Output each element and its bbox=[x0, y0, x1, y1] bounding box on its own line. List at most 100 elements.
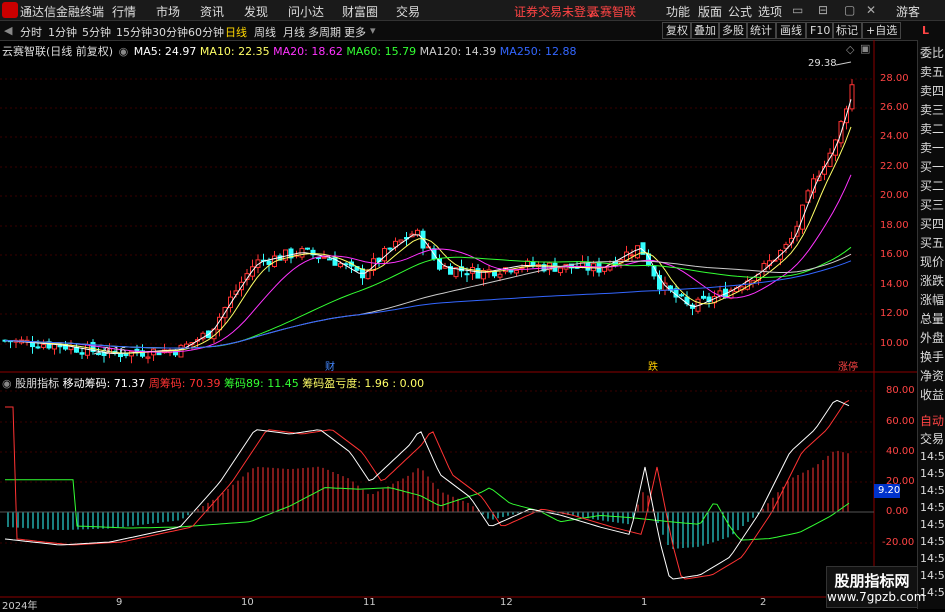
ma250-label: MA250: 12.88 bbox=[499, 45, 577, 58]
date-tick: 12 bbox=[500, 597, 513, 608]
tick-time: 14:56 bbox=[920, 552, 945, 565]
watermark-title: 股朋指标网 bbox=[834, 572, 910, 590]
indicator-value: 筹码89: 11.45 bbox=[224, 377, 299, 390]
indicator-header: ◉ 股朋指标 移动筹码: 71.37 周筹码: 70.39 筹码89: 11.4… bbox=[2, 375, 424, 391]
ma5-label: MA5: 24.97 bbox=[133, 45, 197, 58]
watermark-url: www.7gpzb.com bbox=[827, 590, 926, 604]
quote-side-panel: 委比 卖五 卖四 卖三 卖二 卖一 买一 买二 买三 买四 买五 现价 涨跌 涨… bbox=[917, 40, 945, 609]
price-tick: 12.00 bbox=[880, 308, 909, 319]
panel-label: 买四 bbox=[920, 217, 945, 231]
panel-label: 委比 bbox=[920, 46, 945, 60]
candle bbox=[415, 229, 420, 236]
indicator-line-red bbox=[5, 399, 850, 580]
panel-label: 买三 bbox=[920, 198, 945, 212]
panel-label: 卖二 bbox=[920, 122, 945, 136]
indicator-axis: 80.00 60.00 40.00 20.00 0.00 -20.00 9.20 bbox=[876, 372, 916, 597]
indicator-value: 周筹码: 70.39 bbox=[148, 377, 221, 390]
candle bbox=[305, 247, 310, 250]
price-tick: 28.00 bbox=[880, 73, 909, 84]
panel-label: 卖一 bbox=[920, 141, 945, 155]
indicator-tick: 60.00 bbox=[886, 416, 915, 427]
high-arrow-icon bbox=[835, 61, 852, 66]
limit-up-marker[interactable]: 涨停 bbox=[838, 358, 858, 373]
candle bbox=[629, 254, 635, 257]
ma-line bbox=[4, 260, 852, 349]
tick-time: 14:56 bbox=[920, 535, 945, 548]
tick-time: 14:56 bbox=[920, 501, 945, 514]
ma-line bbox=[4, 253, 852, 349]
price-tick: 10.00 bbox=[880, 338, 909, 349]
candle bbox=[849, 84, 855, 110]
candle bbox=[30, 342, 35, 348]
price-tick: 14.00 bbox=[880, 279, 909, 290]
price-axis: 28.00 26.00 24.00 22.00 20.00 18.00 16.0… bbox=[876, 40, 916, 372]
indicator-current-value: 9.20 bbox=[878, 485, 901, 496]
tick-time: 14:56 bbox=[920, 450, 945, 463]
auto-trade-toggle[interactable]: 自动 bbox=[920, 412, 944, 429]
diamond-icon[interactable]: ◇ bbox=[846, 43, 854, 56]
indicator-line-green bbox=[5, 479, 850, 541]
candle bbox=[321, 256, 327, 259]
panel-label: 买一 bbox=[920, 160, 945, 174]
price-tick: 20.00 bbox=[880, 190, 909, 201]
panel-label: 外盘 bbox=[920, 331, 945, 345]
ma10-label: MA10: 22.35 bbox=[199, 45, 270, 58]
candle bbox=[679, 294, 684, 297]
ma120-label: MA120: 14.39 bbox=[419, 45, 497, 58]
panel-label: 收益 bbox=[920, 388, 945, 402]
indicator-tick: 40.00 bbox=[886, 446, 915, 457]
candle bbox=[398, 239, 404, 243]
date-tick: 2024年 bbox=[2, 601, 38, 612]
panel-toggle-icon[interactable]: ▣ bbox=[860, 42, 870, 55]
candle bbox=[717, 290, 723, 296]
date-axis: 2024年 9 10 11 12 1 2 bbox=[0, 597, 874, 612]
date-tick: 9 bbox=[116, 597, 123, 608]
finance-marker[interactable]: 财 bbox=[325, 358, 335, 373]
tick-time: 14:56 bbox=[920, 518, 945, 531]
panel-label: 换手 bbox=[920, 350, 945, 364]
candle bbox=[338, 263, 343, 268]
candle bbox=[497, 273, 503, 278]
main-chart-header: 云赛智联(日线 前复权) ◉ MA5: 24.97 MA10: 22.35 MA… bbox=[2, 43, 577, 59]
candle bbox=[145, 356, 151, 359]
candlestick-series bbox=[2, 79, 855, 364]
panel-label: 涨幅 bbox=[920, 293, 945, 307]
high-price-label: 29.38 bbox=[808, 58, 837, 69]
candle bbox=[514, 270, 519, 274]
indicator-value: 筹码盈亏度: 1.96 : 0.00 bbox=[302, 377, 425, 390]
panel-label: 总量 bbox=[920, 312, 945, 326]
date-tick: 10 bbox=[241, 597, 254, 608]
price-tick: 24.00 bbox=[880, 131, 909, 142]
tick-time: 14:56 bbox=[920, 569, 945, 582]
indicator-value: 移动筹码: 71.37 bbox=[62, 377, 146, 390]
panel-label: 卖三 bbox=[920, 103, 945, 117]
settings-dot-icon[interactable]: ◉ bbox=[119, 45, 129, 58]
tick-time: 14:56 bbox=[920, 467, 945, 480]
panel-label: 涨跌 bbox=[920, 274, 945, 288]
panel-label: 现价 bbox=[920, 255, 945, 269]
trade-label[interactable]: 交易 bbox=[920, 430, 944, 447]
date-tick: 11 bbox=[363, 597, 376, 608]
price-tick: 22.00 bbox=[880, 161, 909, 172]
kline-chart[interactable] bbox=[0, 0, 945, 609]
low-price-label: 9.16 bbox=[104, 346, 127, 357]
panel-label: 卖五 bbox=[920, 65, 945, 79]
date-tick: 2 bbox=[760, 597, 767, 608]
indicator-name[interactable]: 股朋指标 bbox=[15, 377, 59, 390]
indicator-tick: 0.00 bbox=[886, 506, 909, 517]
panel-label: 买五 bbox=[920, 236, 945, 250]
candle bbox=[382, 248, 387, 262]
drop-marker[interactable]: 跌 bbox=[648, 358, 658, 373]
candle bbox=[327, 258, 332, 261]
ma60-label: MA60: 15.79 bbox=[346, 45, 417, 58]
settings-dot-icon[interactable]: ◉ bbox=[2, 377, 12, 390]
indicator-lines bbox=[0, 399, 874, 580]
price-tick: 16.00 bbox=[880, 249, 909, 260]
panel-label: 净资 bbox=[920, 369, 945, 383]
candle bbox=[701, 295, 706, 299]
candle bbox=[35, 346, 41, 349]
candle bbox=[41, 344, 46, 348]
ma-line bbox=[4, 174, 852, 353]
indicator-tick: -20.00 bbox=[882, 537, 915, 548]
panel-label: 买二 bbox=[920, 179, 945, 193]
